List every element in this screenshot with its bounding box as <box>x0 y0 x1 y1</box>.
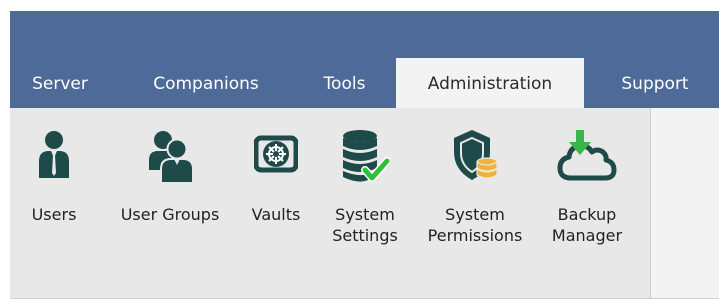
vault-icon <box>253 132 299 180</box>
ribbon-panel: Users User Groups Vaults System Settings… <box>10 108 719 299</box>
database-check-icon <box>340 128 391 188</box>
user-groups-button[interactable]: User Groups <box>100 108 240 278</box>
users-label: Users <box>31 205 77 224</box>
tab-server[interactable]: Server <box>21 58 99 108</box>
cloud-download-icon <box>557 128 617 188</box>
user-groups-label: User Groups <box>120 205 220 224</box>
app-window: Server Companions Tools Administration S… <box>0 0 719 308</box>
system-settings-label-line1: System <box>335 205 395 224</box>
tab-support[interactable]: Support <box>600 58 710 108</box>
backup-manager-button[interactable]: Backup Manager <box>542 108 632 278</box>
backup-manager-label-line1: Backup <box>557 205 617 224</box>
backup-manager-label: Backup Manager <box>542 204 632 246</box>
ribbon-empty-area <box>651 108 719 298</box>
system-settings-label: System Settings <box>320 204 410 246</box>
ribbon-tabs: Server Companions Tools Administration S… <box>10 58 719 108</box>
system-permissions-label-line1: System <box>445 205 505 224</box>
tab-tools[interactable]: Tools <box>307 58 382 108</box>
users-button[interactable]: Users <box>22 108 86 278</box>
user-groups-icon <box>143 128 197 188</box>
tab-administration[interactable]: Administration <box>396 58 584 108</box>
system-permissions-label-line2: Permissions <box>427 226 523 245</box>
shield-database-icon <box>450 128 500 188</box>
system-settings-label-line2: Settings <box>332 226 398 245</box>
system-permissions-label: System Permissions <box>415 204 535 246</box>
vaults-label: Vaults <box>251 205 301 224</box>
system-permissions-button[interactable]: System Permissions <box>415 108 535 278</box>
backup-manager-label-line2: Manager <box>551 226 623 245</box>
system-settings-button[interactable]: System Settings <box>320 108 410 278</box>
user-icon <box>34 128 74 184</box>
vaults-button[interactable]: Vaults <box>242 108 310 278</box>
tab-companions[interactable]: Companions <box>131 58 281 108</box>
